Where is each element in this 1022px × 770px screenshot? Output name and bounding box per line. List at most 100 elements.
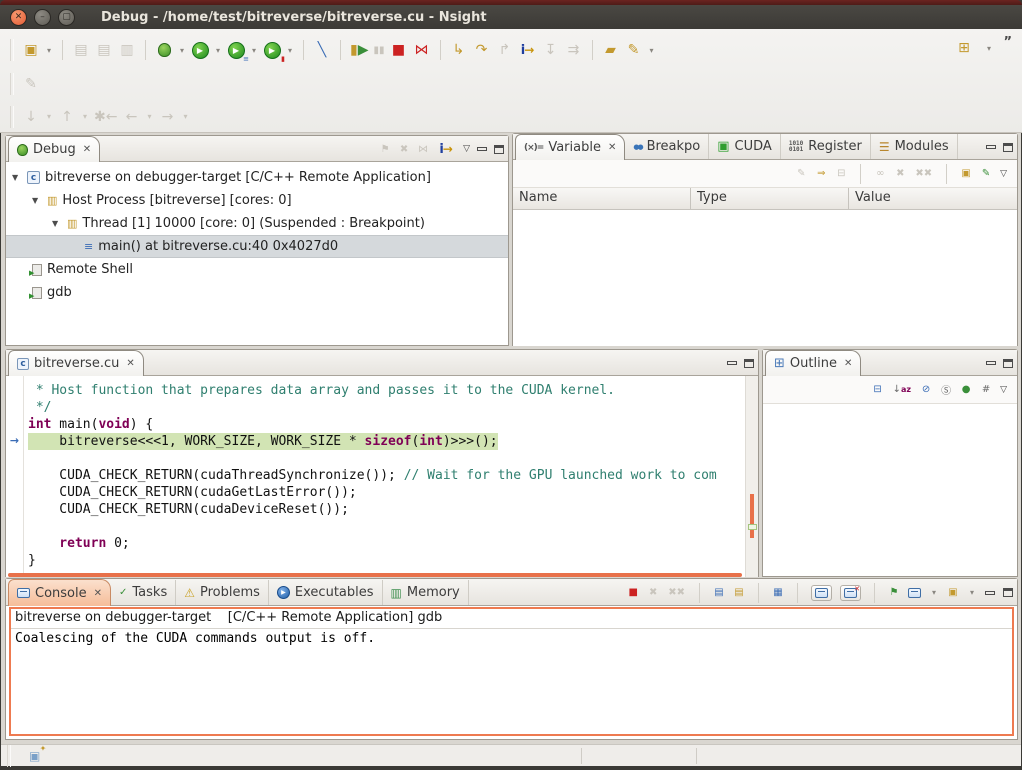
drop-to-frame-icon[interactable]: ↧: [541, 39, 561, 61]
last-edit-location-icon[interactable]: ✱←: [93, 106, 118, 128]
gutter-line[interactable]: [6, 552, 23, 569]
window-minimize-button[interactable]: –: [34, 9, 51, 26]
save-all-icon[interactable]: ▤: [94, 39, 114, 61]
maximize-icon[interactable]: [1003, 588, 1013, 597]
new-dropdown-icon[interactable]: ▾: [44, 46, 54, 55]
suspend-icon[interactable]: ▮▮: [373, 39, 386, 61]
run-icon[interactable]: ▶: [190, 39, 210, 61]
tree-item-launch[interactable]: ▼ c bitreverse on debugger-target [C/C++…: [6, 166, 508, 189]
tab-variables[interactable]: (×)= Variable ✕: [515, 134, 625, 160]
next-annotation-icon[interactable]: ↓: [21, 106, 41, 128]
collapse-all-icon[interactable]: ⊟: [835, 163, 847, 185]
run-profile-dropdown-icon[interactable]: ▾: [249, 46, 259, 55]
maximize-icon[interactable]: [1003, 143, 1013, 152]
collapse-all-icon[interactable]: ⊟: [872, 379, 884, 401]
debug-dropdown-icon[interactable]: ▾: [177, 46, 187, 55]
minimize-icon[interactable]: [986, 145, 996, 149]
sort-icon[interactable]: ↓az: [892, 379, 912, 401]
edit-watch-icon[interactable]: ✎: [980, 163, 992, 185]
cut-pointer-icon[interactable]: ╲: [312, 39, 332, 61]
print-icon[interactable]: ▥: [117, 39, 137, 61]
tab-executables[interactable]: ▶ Executables: [269, 580, 383, 605]
expander-icon[interactable]: ▼: [52, 219, 62, 228]
tree-item-remote-shell[interactable]: Remote Shell: [6, 258, 508, 281]
next-annotation-dropdown-icon[interactable]: ▾: [44, 112, 54, 121]
add-global-variables-icon[interactable]: ⇒: [815, 163, 827, 185]
close-icon[interactable]: ✕: [608, 142, 616, 153]
view-menu-icon[interactable]: ▽: [1000, 385, 1007, 395]
instruction-stepping-mode-icon[interactable]: i→: [436, 138, 456, 160]
disconnect-icon[interactable]: ⋈: [412, 39, 432, 61]
view-menu-icon[interactable]: ▽: [1000, 169, 1007, 179]
mark-occurrences-icon[interactable]: ✎: [21, 73, 41, 95]
gutter-line[interactable]: [6, 416, 23, 433]
back-icon[interactable]: ←: [121, 106, 141, 128]
hide-non-public-icon[interactable]: ●: [960, 379, 972, 401]
expander-icon[interactable]: ▼: [32, 196, 42, 205]
remove-selected-icon[interactable]: ✖: [894, 163, 906, 185]
tab-tasks[interactable]: ✓ Tasks: [111, 580, 176, 605]
toolbar-overflow-icon[interactable]: ”: [1003, 35, 1012, 50]
terminate-icon[interactable]: ■: [627, 582, 639, 604]
run-dropdown-icon[interactable]: ▾: [213, 46, 223, 55]
hide-inactive-icon[interactable]: #: [980, 379, 992, 401]
scroll-lock-icon[interactable]: ▤: [733, 582, 745, 604]
save-icon[interactable]: ▤: [71, 39, 91, 61]
tree-item-host-process[interactable]: ▼ ▥ Host Process [bitreverse] [cores: 0]: [6, 189, 508, 212]
display-console-dropdown-icon[interactable]: ▾: [929, 588, 939, 597]
step-filters-icon[interactable]: ⇉: [564, 39, 584, 61]
window-close-button[interactable]: ✕: [10, 9, 27, 26]
expander-icon[interactable]: ▼: [12, 173, 22, 182]
tree-item-gdb[interactable]: gdb: [6, 281, 508, 304]
minimize-icon[interactable]: [477, 147, 487, 151]
column-name[interactable]: Name: [513, 188, 691, 209]
gutter-line[interactable]: [6, 535, 23, 552]
terminate-icon[interactable]: ■: [389, 39, 409, 61]
tab-memory[interactable]: ▥ Memory: [383, 580, 469, 605]
step-over-icon[interactable]: ↷: [472, 39, 492, 61]
gutter-line[interactable]: [6, 484, 23, 501]
close-icon[interactable]: ✕: [94, 588, 102, 599]
show-logical-structure-icon[interactable]: ∞: [874, 163, 886, 185]
tab-breakpoints[interactable]: ●● Breakpo: [625, 134, 709, 159]
disconnect-small-icon[interactable]: ⋈: [417, 138, 429, 160]
step-return-icon[interactable]: ↱: [495, 39, 515, 61]
tab-editor-bitreverse[interactable]: c bitreverse.cu ✕: [8, 350, 144, 376]
show-stderr-toggle[interactable]: ✕: [840, 585, 861, 601]
new-watch-expression-icon[interactable]: ▣: [960, 163, 972, 185]
run-profile-icon[interactable]: ▶≡: [226, 39, 246, 61]
run-external-dropdown-icon[interactable]: ▾: [285, 46, 295, 55]
run-external-icon[interactable]: ▶▮: [262, 39, 282, 61]
hide-fields-icon[interactable]: ⊘: [920, 379, 932, 401]
remove-launch-icon[interactable]: ✖: [647, 582, 659, 604]
overview-marker-orange[interactable]: [750, 494, 754, 538]
remove-all-icon[interactable]: ✖✖: [914, 163, 933, 185]
open-console-dropdown-icon[interactable]: ▾: [967, 588, 977, 597]
window-maximize-button[interactable]: ▢: [58, 9, 75, 26]
pin-icon[interactable]: ⚑: [379, 138, 391, 160]
tab-problems[interactable]: ⚠ Problems: [176, 580, 269, 605]
maximize-icon[interactable]: [1003, 359, 1013, 368]
save-console-icon[interactable]: ▦: [772, 582, 784, 604]
horizontal-scrollbar[interactable]: [8, 573, 742, 577]
close-icon[interactable]: ✕: [83, 144, 91, 155]
instruction-pointer-icon[interactable]: →: [6, 433, 23, 450]
show-type-names-icon[interactable]: ✎: [795, 163, 807, 185]
source-code[interactable]: * Host function that prepares data array…: [24, 376, 745, 577]
column-type[interactable]: Type: [691, 188, 849, 209]
gutter-line[interactable]: [6, 501, 23, 518]
tab-debug[interactable]: Debug ✕: [8, 136, 100, 162]
tree-item-stack-frame[interactable]: ≡ main() at bitreverse.cu:40 0x4027d0: [6, 235, 508, 258]
external-tools-icon[interactable]: ✎: [624, 39, 644, 61]
minimize-icon[interactable]: [986, 361, 996, 365]
open-folder-icon[interactable]: ▰: [601, 39, 621, 61]
instruction-stepping-icon[interactable]: i→: [518, 39, 538, 61]
minimize-icon[interactable]: [727, 361, 737, 365]
forward-icon[interactable]: →: [157, 106, 177, 128]
open-console-icon[interactable]: ▣: [947, 582, 959, 604]
hide-static-members-icon[interactable]: Ⓢ: [940, 379, 952, 401]
gutter-line[interactable]: [6, 518, 23, 535]
close-icon[interactable]: ✕: [844, 358, 852, 369]
minimize-icon[interactable]: [985, 591, 995, 595]
tab-console[interactable]: Console ✕: [8, 579, 111, 606]
